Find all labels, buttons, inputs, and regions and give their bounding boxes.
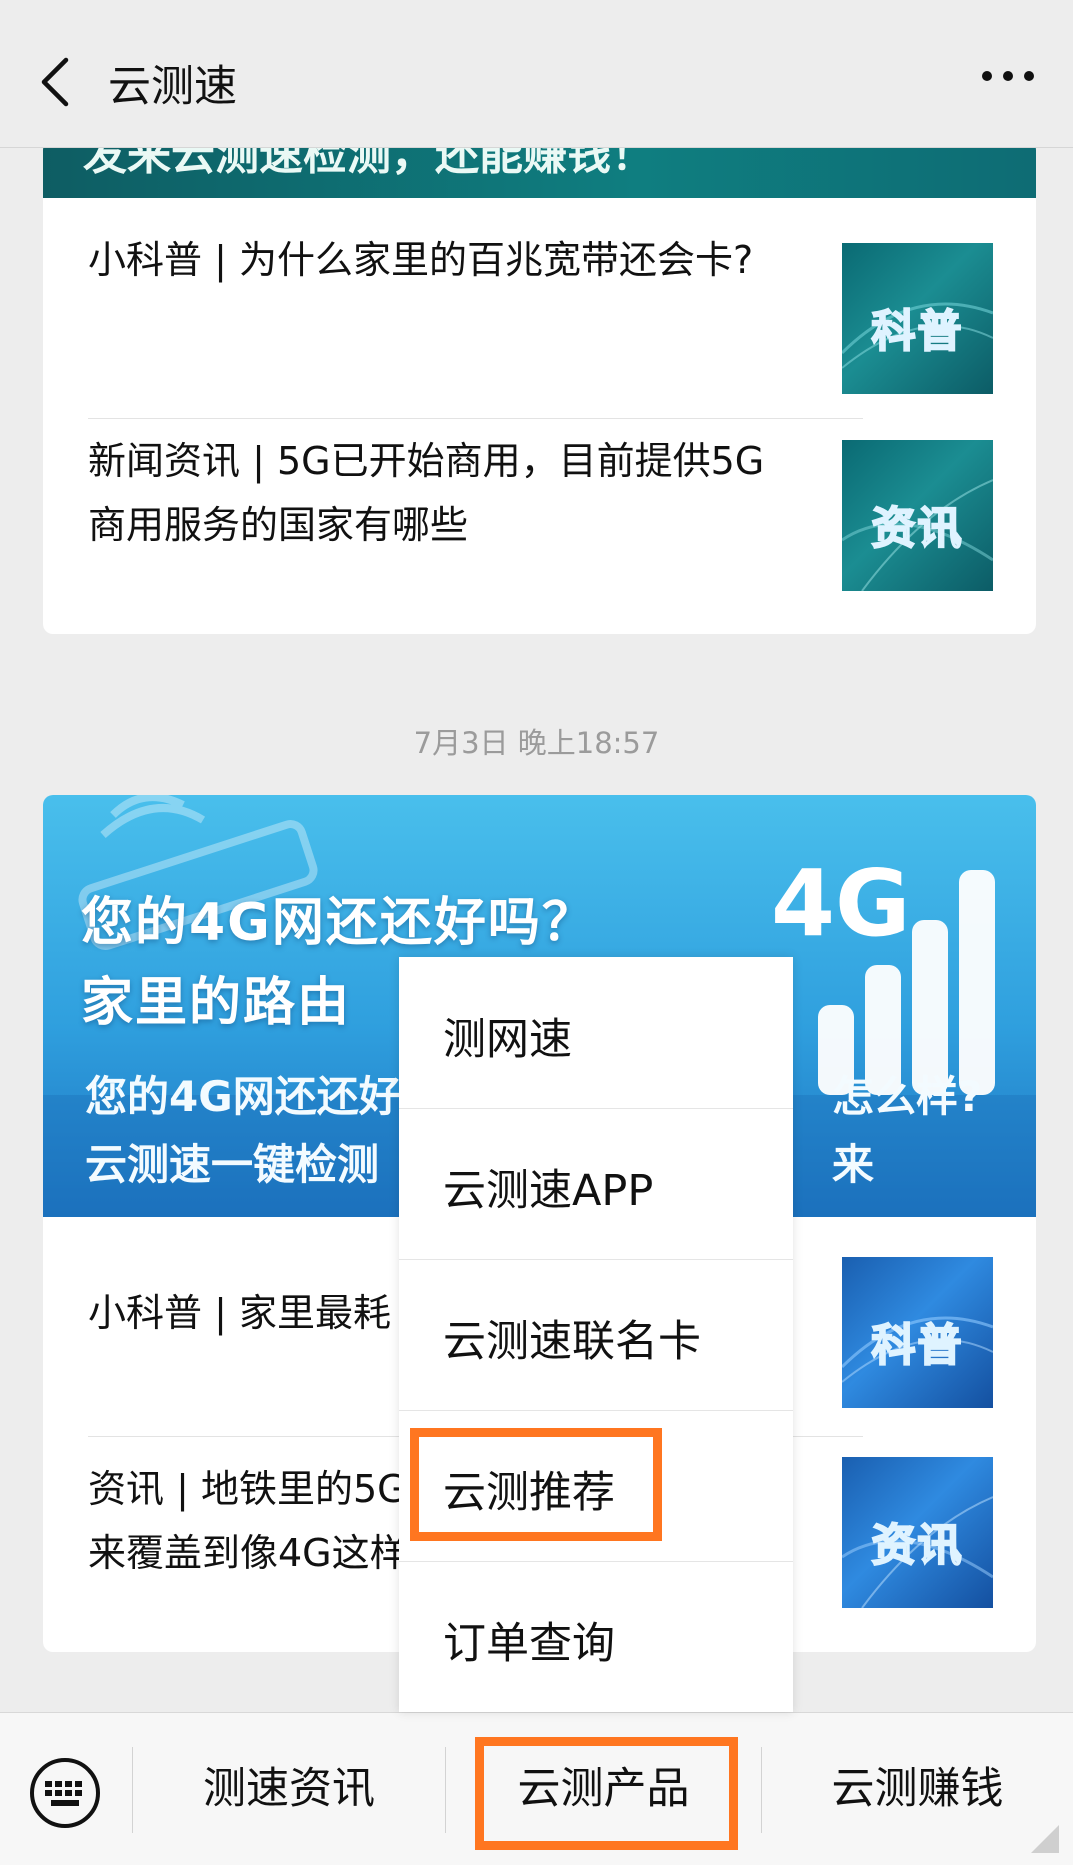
banner-image[interactable]: 发来云测速检测，还能赚钱！	[43, 140, 1036, 198]
corner-triangle-icon	[1031, 1825, 1059, 1853]
message-timestamp: 7月3日 晚上18:57	[413, 726, 660, 760]
highlight-box-recommend	[410, 1428, 662, 1541]
menu-item-speed-test[interactable]: 测网速	[399, 957, 793, 1109]
top-nav-bar: 云测速	[0, 0, 1073, 148]
4g-badge: 4G	[771, 850, 911, 957]
menu-item-label: 订单查询	[443, 1619, 615, 1669]
article-title: 小科普 | 为什么家里的百兆宽带还会卡?	[88, 238, 754, 282]
article-thumbnail: 科普	[842, 243, 993, 394]
article-thumbnail: 资讯	[842, 1457, 993, 1608]
page-title: 云测速	[108, 62, 237, 112]
list-item[interactable]: 小科普 | 为什么家里的百兆宽带还会卡? 科普	[43, 198, 1036, 398]
thumbnail-label: 资讯	[871, 502, 964, 555]
thumbnail-label: 资讯	[871, 1519, 964, 1572]
article-title: 新闻资讯 | 5G已开始商用，目前提供5G商用服务的国家有哪些	[88, 439, 765, 547]
menu-item-app[interactable]: 云测速APP	[399, 1108, 793, 1260]
thumbnail-label: 科普	[871, 305, 964, 358]
menu-item-cobrand-card[interactable]: 云测速联名卡	[399, 1259, 793, 1411]
article-thumbnail: 科普	[842, 1257, 993, 1408]
article-thumbnail: 资讯	[842, 440, 993, 591]
menu-item-order-query[interactable]: 订单查询	[399, 1561, 793, 1712]
chevron-left-icon[interactable]	[36, 56, 76, 108]
article-card-1: 发来云测速检测，还能赚钱！ 小科普 | 为什么家里的百兆宽带还会卡? 科普 新闻…	[43, 140, 1036, 634]
highlight-box-products-tab	[475, 1737, 738, 1850]
hero-headline-line-1: 您的4G网还还好吗？	[81, 893, 596, 953]
menu-item-label: 云测速APP	[443, 1166, 654, 1216]
tab-earn[interactable]: 云测赚钱	[762, 1713, 1073, 1865]
list-item[interactable]: 新闻资讯 | 5G已开始商用，目前提供5G商用服务的国家有哪些 资讯	[43, 419, 1036, 619]
more-dots-icon[interactable]	[981, 70, 1035, 82]
keyboard-icon[interactable]	[29, 1757, 101, 1829]
menu-item-label: 测网速	[443, 1015, 572, 1065]
hero-subtitle-line-1: 您的4G网还还好	[85, 1072, 401, 1121]
hero-subtitle-line-1-tail: 怎么样?来	[832, 1072, 983, 1189]
menu-item-label: 云测速联名卡	[443, 1317, 701, 1367]
tab-speed-news[interactable]: 测速资讯	[133, 1713, 445, 1865]
submenu-popup: 测网速 云测速APP 云测速联名卡 云测推荐 订单查询	[399, 957, 793, 1712]
thumbnail-label: 科普	[871, 1319, 964, 1372]
